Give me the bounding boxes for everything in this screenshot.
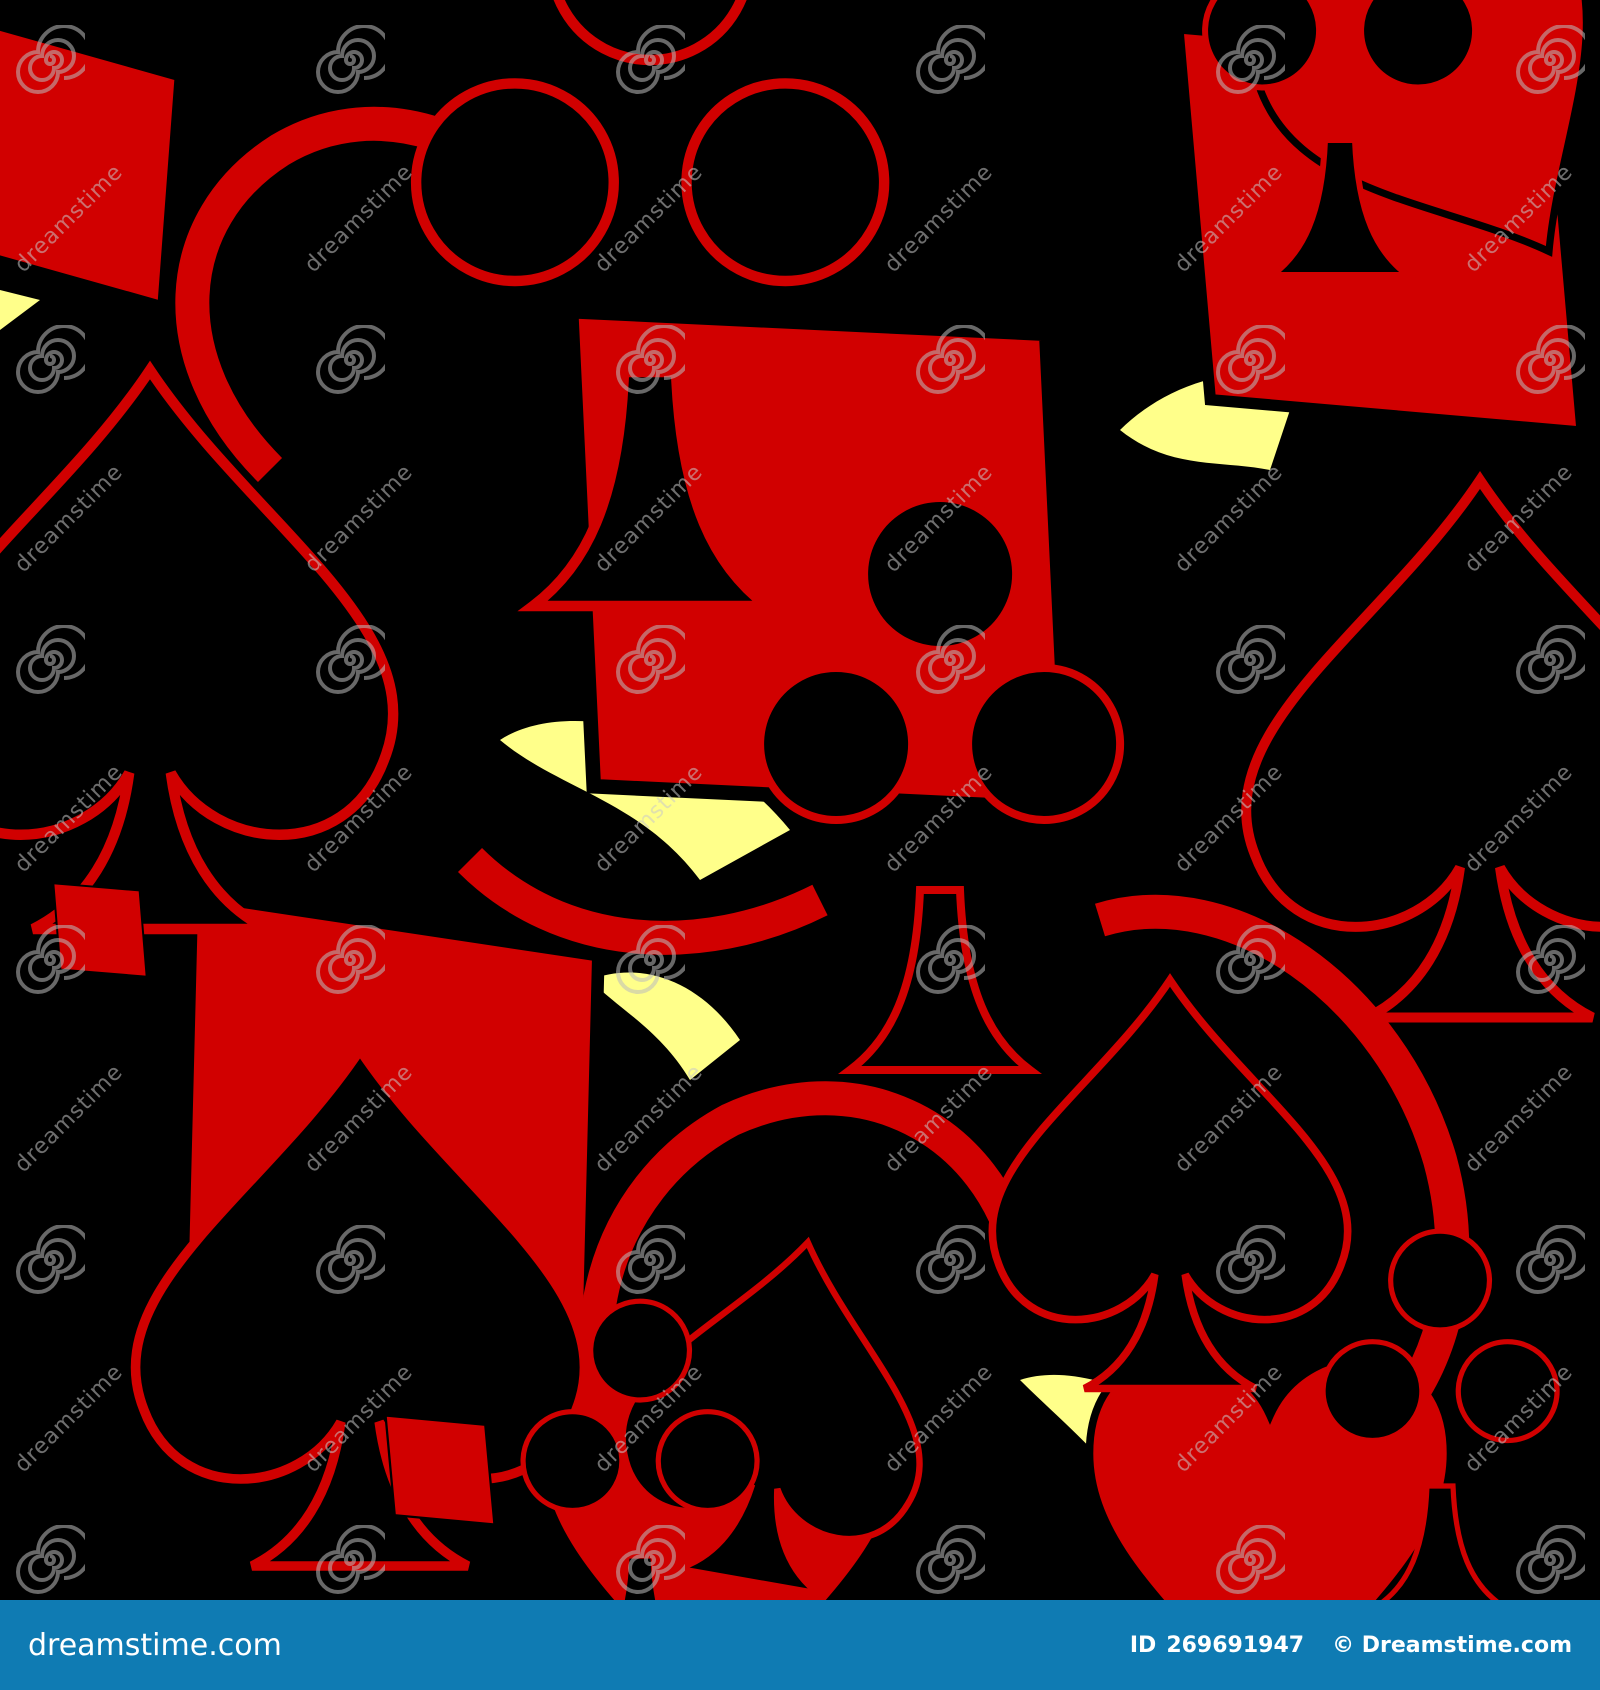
card-suits-pattern	[0, 0, 1600, 1600]
copyright-text: © Dreamstime.com	[1332, 1632, 1572, 1658]
footer-info: ID 269691947 © Dreamstime.com	[1130, 1633, 1572, 1658]
id-label: ID	[1129, 1632, 1157, 1658]
footer-brand[interactable]: dreamstime.com	[28, 1628, 282, 1663]
footer-bar: dreamstime.com ID 269691947 © Dreamstime…	[0, 1600, 1600, 1690]
brand-text: dreamstime.com	[28, 1627, 282, 1663]
id-value: 269691947	[1166, 1632, 1305, 1658]
